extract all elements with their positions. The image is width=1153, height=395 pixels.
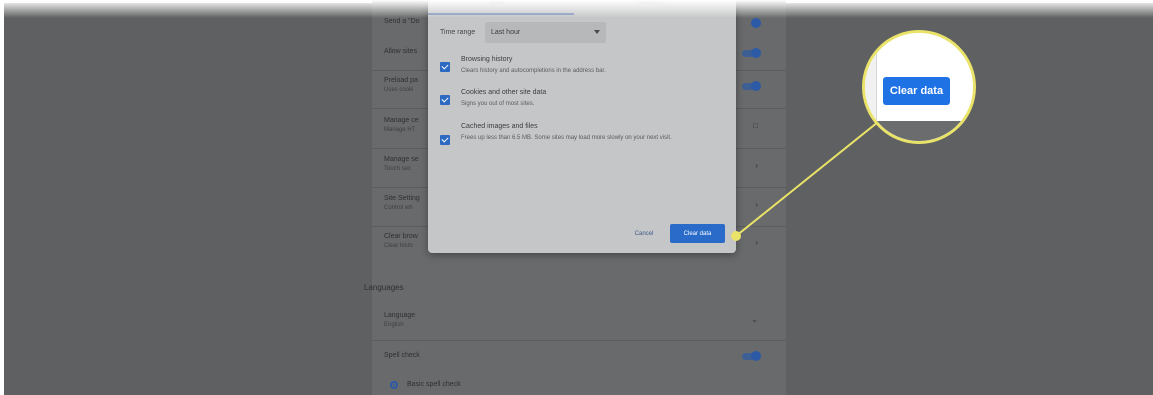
callout-magnifier: Clear data	[862, 30, 976, 144]
clear-data-button-magnified[interactable]: Clear data	[883, 77, 950, 105]
magnified-background	[865, 121, 973, 141]
callout-dot	[731, 231, 741, 241]
magnified-cancel-area	[865, 33, 877, 121]
callout-pointer-line	[735, 121, 879, 237]
